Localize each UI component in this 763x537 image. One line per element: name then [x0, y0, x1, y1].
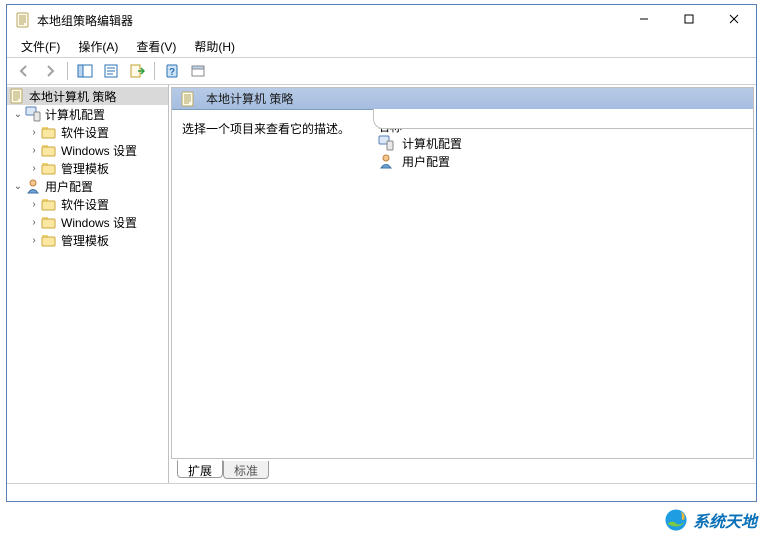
tree-label: 计算机配置	[45, 106, 105, 123]
tree-label: 管理模板	[61, 232, 109, 249]
folder-icon	[41, 214, 57, 230]
window-title: 本地组策略编辑器	[37, 12, 621, 29]
description-column: 选择一个项目来查看它的描述。	[172, 110, 372, 458]
titlebar: 本地组策略编辑器	[7, 5, 756, 35]
menu-help[interactable]: 帮助(H)	[186, 36, 243, 57]
list-item-user-config[interactable]: 用户配置	[372, 152, 753, 170]
toolbar-separator	[67, 62, 68, 80]
tree-label: 软件设置	[61, 124, 109, 141]
expand-icon[interactable]: ›	[27, 145, 41, 156]
folder-icon	[41, 124, 57, 140]
list-item-computer-config[interactable]: 计算机配置	[372, 134, 753, 152]
svg-text:?: ?	[169, 67, 175, 78]
details-region: 本地计算机 策略 选择一个项目来查看它的描述。 名称 计算机配置	[171, 87, 754, 459]
list-column: 名称 计算机配置 用户配置	[372, 110, 753, 458]
tree-label: 用户配置	[45, 178, 93, 195]
toolbar: ?	[7, 57, 756, 85]
toolbar-separator	[154, 62, 155, 80]
forward-button[interactable]	[38, 60, 62, 82]
watermark: 系统天地	[663, 507, 757, 533]
tab-extended[interactable]: 扩展	[177, 460, 223, 478]
filter-button[interactable]	[186, 60, 210, 82]
maximize-button[interactable]	[666, 5, 711, 33]
computer-icon	[25, 106, 41, 122]
tree-label: 软件设置	[61, 196, 109, 213]
menu-action[interactable]: 操作(A)	[70, 36, 126, 57]
tree-user-config[interactable]: ⌄ 用户配置	[7, 177, 168, 195]
doc-icon	[9, 88, 25, 104]
expand-icon[interactable]: ›	[27, 235, 41, 246]
tab-standard[interactable]: 标准	[223, 461, 269, 479]
computer-icon	[378, 135, 394, 151]
tree-software-settings[interactable]: › 软件设置	[7, 123, 168, 141]
folder-icon	[41, 232, 57, 248]
tree-label: Windows 设置	[61, 142, 137, 159]
tree-root[interactable]: 本地计算机 策略	[7, 87, 168, 105]
doc-icon	[180, 91, 196, 107]
header-notch	[373, 109, 753, 129]
collapse-icon[interactable]: ⌄	[11, 109, 25, 120]
back-button[interactable]	[12, 60, 36, 82]
expand-icon[interactable]: ›	[27, 163, 41, 174]
description-hint: 选择一个项目来查看它的描述。	[182, 122, 350, 136]
minimize-button[interactable]	[621, 5, 666, 33]
tree-root-label: 本地计算机 策略	[29, 88, 116, 105]
export-list-button[interactable]	[125, 60, 149, 82]
status-bar	[7, 483, 756, 501]
help-button[interactable]: ?	[160, 60, 184, 82]
expand-icon[interactable]: ›	[27, 217, 41, 228]
watermark-text: 系统天地	[693, 508, 757, 532]
details-body: 选择一个项目来查看它的描述。 名称 计算机配置 用户配置	[172, 110, 753, 458]
details-header: 本地计算机 策略	[172, 88, 753, 110]
folder-icon	[41, 142, 57, 158]
list-item-label: 用户配置	[402, 153, 450, 170]
body: 本地计算机 策略 ⌄ 计算机配置 › 软件设置 › Windows 设置	[7, 85, 756, 483]
collapse-icon[interactable]: ⌄	[11, 181, 25, 192]
tree-label: 管理模板	[61, 160, 109, 177]
globe-icon	[663, 507, 689, 533]
app-icon	[15, 12, 31, 28]
expand-icon[interactable]: ›	[27, 199, 41, 210]
user-icon	[378, 153, 394, 169]
list-item-label: 计算机配置	[402, 135, 462, 152]
menu-file[interactable]: 文件(F)	[13, 36, 68, 57]
expand-icon[interactable]: ›	[27, 127, 41, 138]
tree-windows-settings[interactable]: › Windows 设置	[7, 141, 168, 159]
folder-icon	[41, 196, 57, 212]
bottom-tabs: 扩展 标准	[169, 461, 756, 483]
app-window: 本地组策略编辑器 文件(F) 操作(A) 查看(V) 帮助(H) ?	[6, 4, 757, 502]
tree-software-settings[interactable]: › 软件设置	[7, 195, 168, 213]
folder-icon	[41, 160, 57, 176]
properties-button[interactable]	[99, 60, 123, 82]
tree-computer-config[interactable]: ⌄ 计算机配置	[7, 105, 168, 123]
close-button[interactable]	[711, 5, 756, 33]
tree-pane[interactable]: 本地计算机 策略 ⌄ 计算机配置 › 软件设置 › Windows 设置	[7, 85, 169, 483]
show-hide-tree-button[interactable]	[73, 60, 97, 82]
menubar: 文件(F) 操作(A) 查看(V) 帮助(H)	[7, 35, 756, 57]
user-icon	[25, 178, 41, 194]
tree-admin-templates[interactable]: › 管理模板	[7, 159, 168, 177]
tree-windows-settings[interactable]: › Windows 设置	[7, 213, 168, 231]
tree-label: Windows 设置	[61, 214, 137, 231]
tree-admin-templates[interactable]: › 管理模板	[7, 231, 168, 249]
details-title: 本地计算机 策略	[206, 90, 293, 107]
content-pane: 本地计算机 策略 选择一个项目来查看它的描述。 名称 计算机配置	[169, 85, 756, 483]
menu-view[interactable]: 查看(V)	[128, 36, 184, 57]
